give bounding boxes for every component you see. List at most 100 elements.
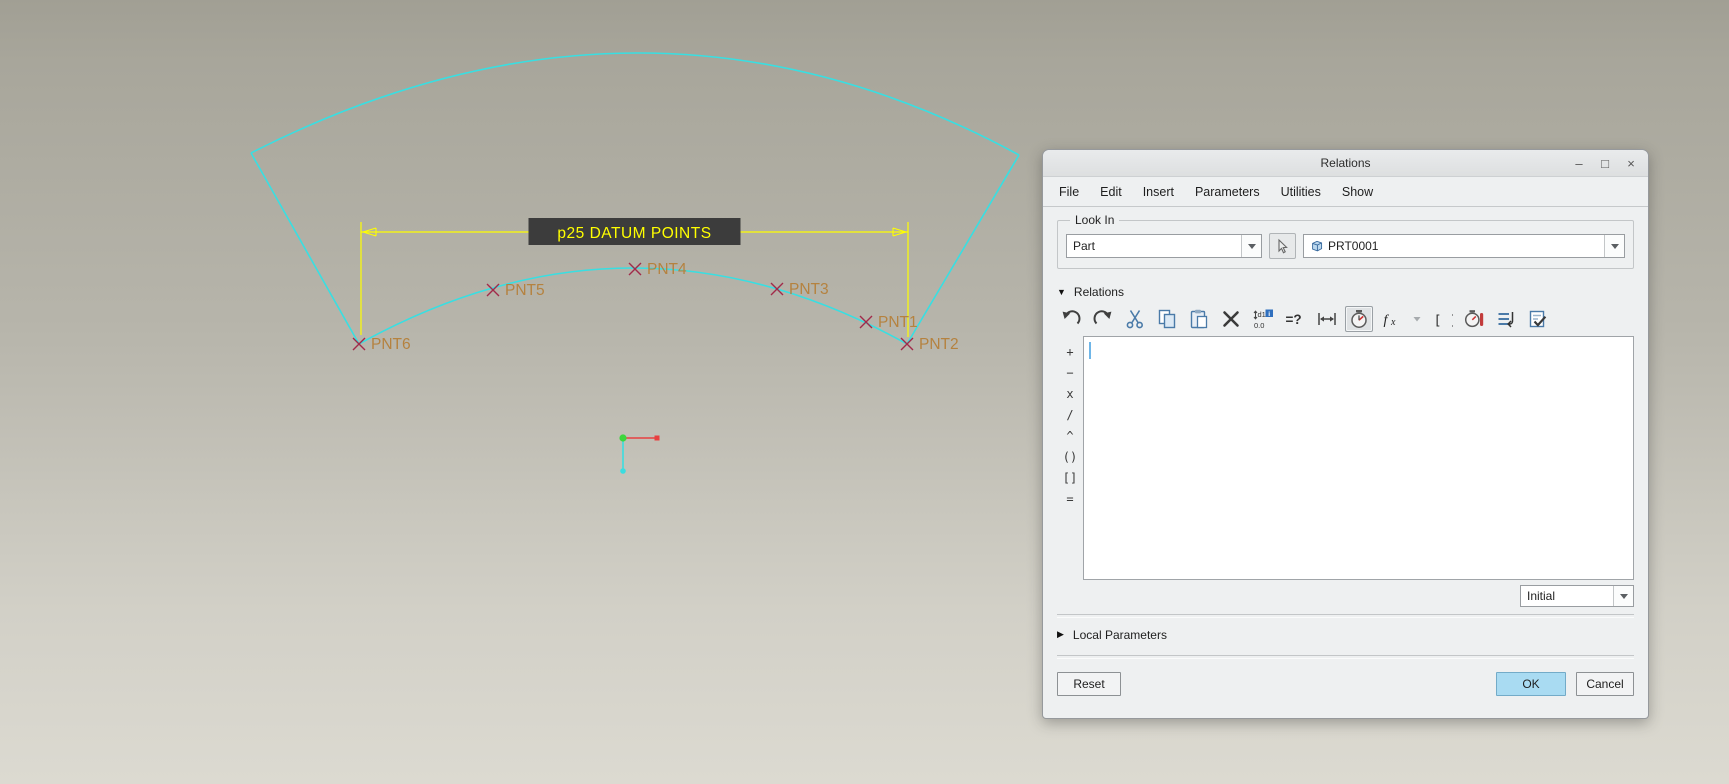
datum-point-label: PNT4 xyxy=(647,261,687,278)
undo-button[interactable] xyxy=(1057,306,1085,332)
close-button[interactable]: × xyxy=(1624,157,1638,170)
version-combobox[interactable]: Initial xyxy=(1520,585,1634,607)
menu-show[interactable]: Show xyxy=(1341,183,1374,201)
dialog-body: Look In Part PRT0001 ▼ Relations d1 0.0 … xyxy=(1043,207,1648,718)
datum-x-marker xyxy=(859,315,873,329)
part-cube-icon xyxy=(1312,240,1323,252)
model-value: PRT0001 xyxy=(1328,239,1379,253)
menu-parameters[interactable]: Parameters xyxy=(1194,183,1261,201)
copy-button[interactable] xyxy=(1153,306,1181,332)
divider xyxy=(1057,614,1634,618)
copy-icon xyxy=(1156,308,1178,330)
divider xyxy=(1057,655,1634,659)
dropdown-arrow-icon xyxy=(1412,314,1422,324)
left-edge[interactable] xyxy=(250,152,360,345)
csys-triad[interactable] xyxy=(619,434,660,474)
sort-relations-button[interactable] xyxy=(1492,306,1520,332)
chevron-down-icon xyxy=(1610,243,1619,249)
menu-insert[interactable]: Insert xyxy=(1142,183,1175,201)
datum-curve[interactable] xyxy=(358,267,908,345)
look-in-scope-combobox[interactable]: Part xyxy=(1066,234,1262,258)
application-window: p25 DATUM POINTS PNT6 PNT5 PNT4 PNT3 PNT1 PNT2… xyxy=(0,0,1729,784)
parameters-gauge-icon xyxy=(1463,308,1485,330)
local-parameters-label: Local Parameters xyxy=(1072,627,1167,642)
units-sensitive-button[interactable] xyxy=(1345,306,1373,332)
right-edge[interactable] xyxy=(906,154,1020,345)
menu-file[interactable]: File xyxy=(1058,183,1080,201)
operator-column: + − x / ^()[] = xyxy=(1057,336,1083,580)
operator-[][interactable]: [] xyxy=(1059,467,1081,488)
parameters-button[interactable] xyxy=(1460,306,1488,332)
datum-point-PNT1[interactable]: PNT1 xyxy=(859,314,918,331)
dialog-titlebar[interactable]: Relations – □ × xyxy=(1043,150,1648,177)
switch-dimensions-icon: d1 0.0 i xyxy=(1252,308,1274,330)
look-in-label: Look In xyxy=(1070,213,1120,227)
paste-icon xyxy=(1188,308,1210,330)
svg-text:0.0: 0.0 xyxy=(1254,321,1264,330)
datum-x-marker xyxy=(352,337,366,351)
local-parameters-header[interactable]: ▶ Local Parameters xyxy=(1057,621,1634,648)
operator-+[interactable]: + xyxy=(1059,341,1081,362)
cut-button[interactable] xyxy=(1121,306,1149,332)
insert-function-button[interactable]: fx xyxy=(1377,306,1405,332)
dialog-title: Relations xyxy=(1320,156,1371,170)
dimension-label[interactable]: p25 DATUM POINTS xyxy=(557,225,711,242)
operator-()[interactable]: () xyxy=(1059,446,1081,467)
redo-button[interactable] xyxy=(1089,306,1117,332)
evaluate-button[interactable]: =? xyxy=(1281,306,1309,332)
minimize-button[interactable]: – xyxy=(1572,157,1586,170)
operator-/[interactable]: / xyxy=(1059,404,1081,425)
paste-button[interactable] xyxy=(1185,306,1213,332)
operator-^[interactable]: ^ xyxy=(1059,425,1081,446)
datum-point-PNT5[interactable]: PNT5 xyxy=(486,282,545,299)
svg-text:[ ]: [ ] xyxy=(1434,313,1454,329)
look-in-scope-dropdown-button[interactable] xyxy=(1241,235,1261,257)
datum-point-PNT6[interactable]: PNT6 xyxy=(352,336,411,353)
svg-text:f: f xyxy=(1384,313,1390,328)
svg-text:d1: d1 xyxy=(1258,310,1266,319)
relations-editor[interactable] xyxy=(1083,336,1634,580)
maximize-button[interactable]: □ xyxy=(1598,157,1612,170)
insert-brackets-button[interactable]: [ ] xyxy=(1428,306,1456,332)
units-gauge-icon xyxy=(1348,308,1370,330)
brackets-icon: [ ] xyxy=(1431,308,1454,330)
select-model-button[interactable] xyxy=(1269,233,1296,259)
datum-x-marker xyxy=(628,262,642,276)
menu-edit[interactable]: Edit xyxy=(1099,183,1123,201)
undo-icon xyxy=(1060,308,1082,330)
datum-x-marker xyxy=(770,282,784,296)
csys-y-tip xyxy=(620,468,626,474)
version-value: Initial xyxy=(1527,589,1556,603)
datum-point-PNT4[interactable]: PNT4 xyxy=(628,261,687,278)
sort-relations-icon xyxy=(1495,308,1517,330)
dialog-footer: Reset OK Cancel xyxy=(1057,665,1634,696)
operator-=[interactable]: = xyxy=(1059,488,1081,509)
relations-section-header[interactable]: ▼ Relations xyxy=(1057,285,1634,299)
cursor-arrow-icon xyxy=(1278,238,1288,253)
datum-x-marker xyxy=(486,283,500,297)
delete-button[interactable] xyxy=(1217,306,1245,332)
datum-point-label: PNT5 xyxy=(505,282,545,299)
svg-text:=?: =? xyxy=(1286,312,1302,327)
insert-function-dropdown-button[interactable] xyxy=(1409,306,1424,332)
version-dropdown-button[interactable] xyxy=(1613,586,1633,606)
operator-x[interactable]: x xyxy=(1059,383,1081,404)
verify-relations-button[interactable] xyxy=(1524,306,1552,332)
measure-icon xyxy=(1316,308,1338,330)
text-caret xyxy=(1089,342,1091,359)
svg-text:i: i xyxy=(1268,311,1270,318)
delete-icon xyxy=(1220,308,1242,330)
cancel-button[interactable]: Cancel xyxy=(1576,672,1634,696)
csys-x-tip xyxy=(654,435,660,441)
model-dropdown-button[interactable] xyxy=(1604,235,1624,257)
datum-point-label: PNT1 xyxy=(878,314,918,331)
ok-button[interactable]: OK xyxy=(1496,672,1566,696)
insert-dimension-button[interactable] xyxy=(1313,306,1341,332)
operator-−[interactable]: − xyxy=(1059,362,1081,383)
model-combobox[interactable]: PRT0001 xyxy=(1303,234,1625,258)
switch-dimensions-button[interactable]: d1 0.0 i xyxy=(1249,306,1277,332)
chevron-down-icon xyxy=(1619,593,1628,599)
menu-utilities[interactable]: Utilities xyxy=(1280,183,1322,201)
outer-arc-edge[interactable] xyxy=(250,52,1020,156)
reset-button[interactable]: Reset xyxy=(1057,672,1121,696)
